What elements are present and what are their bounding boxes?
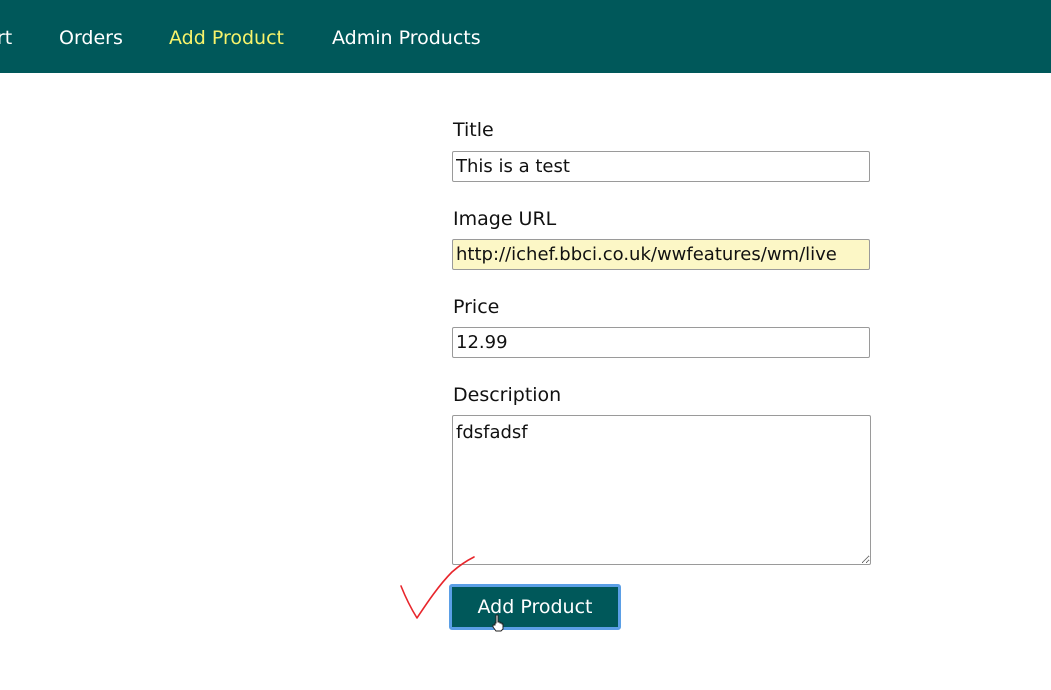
nav-item-add-product[interactable]: Add Product xyxy=(169,26,284,50)
nav-item-cart[interactable]: rt xyxy=(0,26,12,50)
description-label: Description xyxy=(453,384,562,406)
title-label: Title xyxy=(453,119,494,141)
price-label: Price xyxy=(453,296,500,318)
add-product-button[interactable]: Add Product xyxy=(449,584,621,630)
main-navbar: rt Orders Add Product Admin Products xyxy=(0,0,1051,73)
nav-item-admin-products[interactable]: Admin Products xyxy=(332,26,481,50)
nav-item-orders[interactable]: Orders xyxy=(59,26,123,50)
title-input[interactable] xyxy=(452,151,870,182)
image-url-input[interactable] xyxy=(452,239,870,270)
description-textarea[interactable]: fdsfadsf xyxy=(452,415,871,565)
price-input[interactable] xyxy=(452,327,870,358)
image-url-label: Image URL xyxy=(453,208,557,230)
